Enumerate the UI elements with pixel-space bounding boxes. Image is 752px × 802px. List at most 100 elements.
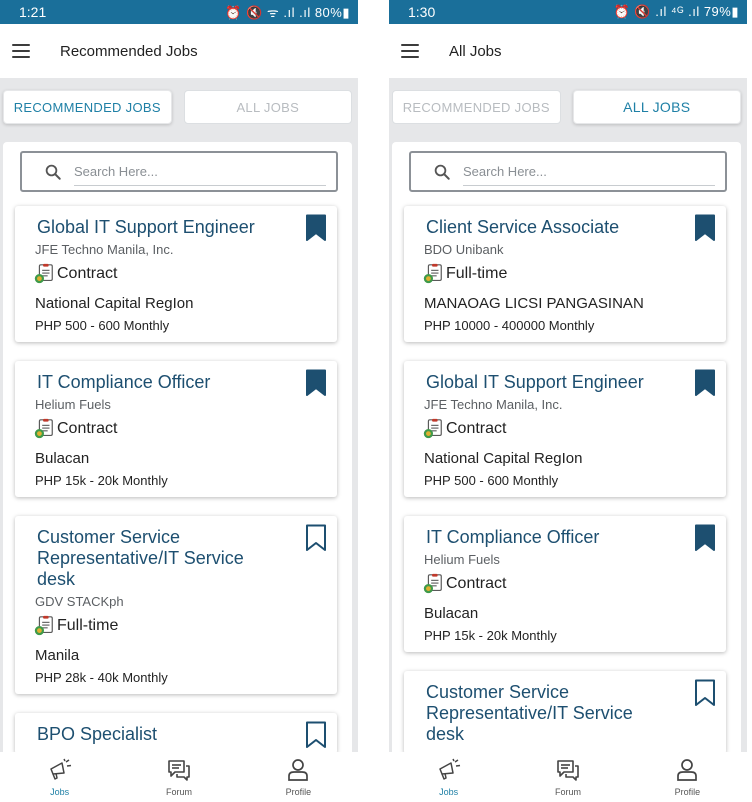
tab-all-jobs[interactable]: ALL JOBS [183, 90, 352, 124]
bookmark-outline-icon[interactable] [305, 721, 327, 749]
menu-icon[interactable] [12, 44, 30, 58]
bookmark-filled-icon[interactable] [694, 524, 716, 552]
tab-recommended-jobs[interactable]: RECOMMENDED JOBS [3, 90, 172, 124]
search-input[interactable] [463, 157, 715, 186]
tab-recommended-jobs[interactable]: RECOMMENDED JOBS [392, 90, 561, 124]
bookmark-filled-icon[interactable] [305, 214, 327, 242]
job-title[interactable]: Global IT Support Engineer [37, 217, 325, 238]
clipboard-icon [33, 418, 55, 440]
chat-bubbles-icon [166, 757, 192, 787]
job-card[interactable]: Global IT Support Engineer JFE Techno Man… [15, 206, 337, 342]
clipboard-icon [422, 263, 444, 285]
employment-type-label: Contract [446, 420, 507, 437]
search-box[interactable] [409, 151, 727, 192]
job-list-panel: Client Service Associate BDO Unibank Full-… [392, 142, 741, 802]
search-input[interactable] [74, 157, 326, 186]
job-card[interactable]: Customer Service Representative/IT Servi… [404, 671, 726, 754]
job-title[interactable]: BPO Specialist [37, 724, 325, 745]
job-tabs: RECOMMENDED JOBS ALL JOBS [0, 78, 358, 128]
job-card[interactable]: Global IT Support Engineer JFE Techno Man… [404, 361, 726, 497]
employment-type: Contract [33, 263, 325, 285]
employment-type: Contract [422, 573, 714, 595]
employment-type: Full-time [33, 615, 325, 637]
job-card[interactable]: BPO Specialist [15, 713, 337, 754]
job-location: National Capital RegIon [35, 295, 194, 312]
tab-all-jobs[interactable]: ALL JOBS [572, 90, 741, 124]
job-cards: Global IT Support Engineer JFE Techno Man… [3, 192, 352, 754]
job-title[interactable]: Global IT Support Engineer [426, 372, 714, 393]
nav-item-label: Forum [165, 787, 192, 797]
clipboard-icon [422, 573, 444, 595]
status-bar: 1:30 ⏰ 🔇 .ıl ⁴ᴳ .ıl 79%▮ [389, 0, 747, 24]
job-card[interactable]: IT Compliance Officer Helium Fuels Contrac… [15, 361, 337, 497]
bookmark-filled-icon[interactable] [694, 214, 716, 242]
company-name: Helium Fuels [424, 552, 500, 567]
job-card[interactable]: Customer Service Representative/IT Servi… [15, 516, 337, 694]
phone-all-jobs: 1:30 ⏰ 🔇 .ıl ⁴ᴳ .ıl 79%▮ All Jobs RECOMM… [389, 0, 747, 802]
job-salary: PHP 500 - 600 Monthly [35, 318, 170, 333]
job-title[interactable]: Customer Service Representative/IT Servi… [37, 527, 325, 590]
job-card[interactable]: Client Service Associate BDO Unibank Full-… [404, 206, 726, 342]
status-indicators: ⏰ 🔇 ᯤ .ıl .ıl 80%▮ [225, 5, 350, 20]
bookmark-outline-icon[interactable] [694, 679, 716, 707]
bookmark-filled-icon[interactable] [694, 369, 716, 397]
job-tabs: RECOMMENDED JOBS ALL JOBS [389, 78, 747, 128]
nav-item-label: Jobs [50, 787, 70, 797]
status-time: 1:30 [408, 4, 436, 20]
job-title[interactable]: IT Compliance Officer [426, 527, 714, 548]
clipboard-icon [33, 263, 55, 285]
screenshot-pair: 1:21 ⏰ 🔇 ᯤ .ıl .ıl 80%▮ Recommended Jobs… [0, 0, 752, 802]
company-name: Helium Fuels [35, 397, 111, 412]
app-bar: All Jobs [389, 24, 747, 78]
status-bar: 1:21 ⏰ 🔇 ᯤ .ıl .ıl 80%▮ [0, 0, 358, 24]
job-salary: PHP 10000 - 400000 Monthly [424, 318, 595, 333]
person-icon [285, 757, 311, 787]
job-salary: PHP 15k - 20k Monthly [35, 473, 168, 488]
search-box[interactable] [20, 151, 338, 192]
search-icon [45, 164, 61, 180]
employment-type-label: Contract [57, 265, 118, 282]
bottom-nav: Jobs Forum Profile [389, 752, 747, 802]
person-icon [674, 757, 700, 787]
nav-item-forum[interactable]: Forum [119, 752, 238, 802]
status-indicators: ⏰ 🔇 .ıl ⁴ᴳ .ıl 79%▮ [613, 4, 739, 19]
job-location: Bulacan [35, 450, 90, 467]
bottom-nav: Jobs Forum Profile [0, 752, 358, 802]
clipboard-icon [33, 615, 55, 637]
employment-type-label: Full-time [446, 265, 508, 282]
job-location: Manila [35, 647, 80, 664]
bookmark-outline-icon[interactable] [305, 524, 327, 552]
clipboard-icon [422, 418, 444, 440]
job-cards: Client Service Associate BDO Unibank Full-… [392, 192, 741, 754]
job-card[interactable]: IT Compliance Officer Helium Fuels Contrac… [404, 516, 726, 652]
nav-item-jobs[interactable]: Jobs [389, 752, 508, 802]
megaphone-icon [47, 757, 73, 787]
bookmark-filled-icon[interactable] [305, 369, 327, 397]
chat-bubbles-icon [555, 757, 581, 787]
job-list-panel: Global IT Support Engineer JFE Techno Man… [3, 142, 352, 802]
employment-type-label: Full-time [57, 617, 119, 634]
menu-icon[interactable] [401, 44, 419, 58]
employment-type: Full-time [422, 263, 714, 285]
status-time: 1:21 [19, 4, 47, 20]
job-location: Bulacan [424, 605, 479, 622]
job-title[interactable]: IT Compliance Officer [37, 372, 325, 393]
phone-recommended-jobs: 1:21 ⏰ 🔇 ᯤ .ıl .ıl 80%▮ Recommended Jobs… [0, 0, 358, 802]
job-salary: PHP 15k - 20k Monthly [424, 628, 557, 643]
employment-type: Contract [33, 418, 325, 440]
job-title[interactable]: Client Service Associate [426, 217, 714, 238]
nav-item-profile[interactable]: Profile [628, 752, 747, 802]
nav-item-forum[interactable]: Forum [508, 752, 627, 802]
job-salary: PHP 28k - 40k Monthly [35, 670, 168, 685]
employment-type-label: Contract [446, 575, 507, 592]
job-location: MANAOAG LICSI PANGASINAN [424, 295, 644, 312]
megaphone-icon [436, 757, 462, 787]
employment-type: Contract [422, 418, 714, 440]
job-title[interactable]: Customer Service Representative/IT Servi… [426, 682, 714, 745]
nav-item-profile[interactable]: Profile [239, 752, 358, 802]
nav-item-jobs[interactable]: Jobs [0, 752, 119, 802]
page-title: Recommended Jobs [60, 42, 198, 60]
company-name: JFE Techno Manila, Inc. [35, 242, 174, 257]
nav-item-label: Forum [554, 787, 581, 797]
nav-item-label: Profile [285, 787, 312, 797]
